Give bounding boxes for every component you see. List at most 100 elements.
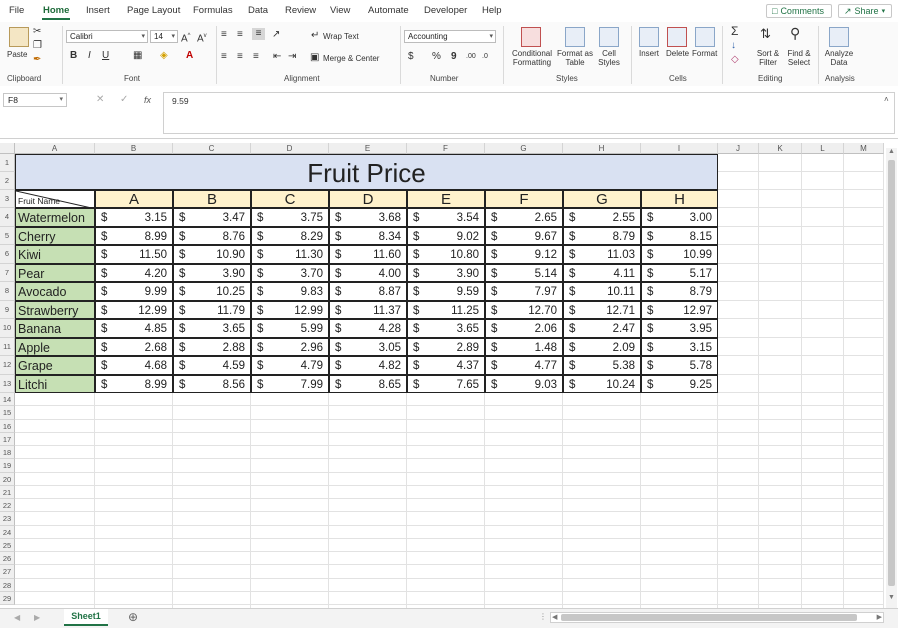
percent-style-button[interactable]: % [432,51,441,63]
find-select-button[interactable]: Find & Select [784,49,814,67]
price-cell[interactable]: $5.14 [485,263,563,282]
price-cell[interactable]: $4.11 [563,263,641,282]
row-header[interactable]: 27 [0,565,15,579]
worksheet-grid[interactable]: A B C D E F G H I J K L M 1 2 3 4 5 6 7 8 9 10 11 12 13 14 15 16 17 18… [0,143,884,608]
price-cell[interactable]: $8.76 [173,226,251,245]
row-header[interactable]: 17 [0,432,15,446]
accounting-format-button[interactable]: $ [408,51,414,63]
header-cell[interactable]: F [485,190,563,208]
increase-font-icon[interactable]: A^ [181,30,191,45]
decrease-font-icon[interactable]: Av [197,30,207,45]
menu-page-layout[interactable]: Page Layout [127,5,180,16]
price-cell[interactable]: $8.15 [641,226,718,245]
cell-styles-button[interactable]: Cell Styles [594,49,624,67]
column-header[interactable]: A [15,143,95,154]
menu-home[interactable]: Home [43,5,69,16]
row-header[interactable]: 6 [0,245,15,264]
column-header[interactable]: G [485,143,563,154]
price-cell[interactable]: $9.25 [641,374,718,393]
merge-center-icon[interactable]: ▣ [310,52,319,64]
clear-icon[interactable]: ◇ [731,54,739,66]
price-cell[interactable]: $5.78 [641,356,718,375]
underline-button[interactable]: U [102,50,109,62]
price-cell[interactable]: $7.99 [251,374,329,393]
price-cell[interactable]: $8.29 [251,226,329,245]
fruit-name-cell[interactable]: Cherry [15,226,95,245]
row-header[interactable]: 9 [0,300,15,319]
fruit-name-cell[interactable]: Strawberry [15,300,95,319]
price-cell[interactable]: $12.71 [563,300,641,319]
delete-cells-button[interactable]: Delete [666,49,689,58]
format-as-table-icon[interactable] [565,27,585,47]
column-header[interactable]: K [759,143,802,154]
price-cell[interactable]: $3.54 [407,208,485,227]
price-cell[interactable]: $2.55 [563,208,641,227]
price-cell[interactable]: $2.88 [173,337,251,356]
price-cell[interactable]: $10.25 [173,282,251,301]
menu-insert[interactable]: Insert [86,5,110,16]
insert-cells-icon[interactable] [639,27,659,47]
price-cell[interactable]: $5.17 [641,263,718,282]
insert-function-icon[interactable]: fx [144,94,151,106]
row-header[interactable]: 16 [0,419,15,433]
horizontal-scroll-thumb[interactable] [561,614,857,621]
price-cell[interactable]: $3.90 [173,263,251,282]
decrease-decimal-icon[interactable]: .0 [482,51,488,63]
column-header[interactable]: I [641,143,718,154]
price-cell[interactable]: $10.11 [563,282,641,301]
row-header[interactable]: 20 [0,472,15,486]
title-cell[interactable]: Fruit Price [15,154,718,190]
find-select-icon[interactable]: ⚲ [790,26,800,40]
copy-icon[interactable]: ❐ [33,40,42,52]
paste-icon[interactable] [9,27,29,47]
column-header[interactable]: C [173,143,251,154]
bold-button[interactable]: B [70,50,77,62]
price-cell[interactable]: $9.67 [485,226,563,245]
price-cell[interactable]: $2.09 [563,337,641,356]
price-cell[interactable]: $9.59 [407,282,485,301]
menu-help[interactable]: Help [482,5,502,16]
row-header[interactable]: 10 [0,319,15,338]
price-cell[interactable]: $1.48 [485,337,563,356]
number-format-select[interactable]: Accounting ▾ [404,30,496,43]
price-cell[interactable]: $3.70 [251,263,329,282]
align-right-icon[interactable]: ≡ [253,51,259,63]
price-cell[interactable]: $3.65 [173,319,251,338]
price-cell[interactable]: $10.99 [641,245,718,264]
price-cell[interactable]: $12.99 [251,300,329,319]
fill-icon[interactable]: ↓ [731,40,736,52]
row-header[interactable]: 11 [0,337,15,356]
header-cell[interactable]: C [251,190,329,208]
price-cell[interactable]: $3.95 [641,319,718,338]
font-name-select[interactable]: Calibri ▾ [66,30,148,43]
price-cell[interactable]: $4.59 [173,356,251,375]
menu-developer[interactable]: Developer [424,5,467,16]
row-header[interactable]: 28 [0,578,15,592]
price-cell[interactable]: $2.06 [485,319,563,338]
column-header[interactable]: H [563,143,641,154]
row-header[interactable]: 13 [0,374,15,393]
price-cell[interactable]: $8.34 [329,226,407,245]
wrap-text-button[interactable]: Wrap Text [323,32,359,41]
price-cell[interactable]: $4.00 [329,263,407,282]
vertical-scroll-thumb[interactable] [888,160,895,586]
price-cell[interactable]: $9.03 [485,374,563,393]
price-cell[interactable]: $7.65 [407,374,485,393]
price-cell[interactable]: $2.47 [563,319,641,338]
row-header[interactable]: 14 [0,393,15,407]
price-cell[interactable]: $8.79 [563,226,641,245]
price-cell[interactable]: $10.24 [563,374,641,393]
column-header[interactable]: M [844,143,884,154]
price-cell[interactable]: $3.68 [329,208,407,227]
column-header[interactable]: B [95,143,173,154]
price-cell[interactable]: $8.65 [329,374,407,393]
row-header[interactable]: 29 [0,591,15,605]
header-cell[interactable]: B [173,190,251,208]
column-header[interactable]: L [802,143,844,154]
price-cell[interactable]: $3.65 [407,319,485,338]
align-center-icon[interactable]: ≡ [237,51,243,63]
price-cell[interactable]: $11.79 [173,300,251,319]
price-cell[interactable]: $9.99 [95,282,173,301]
merge-center-button[interactable]: Merge & Center [323,54,379,63]
price-cell[interactable]: $11.03 [563,245,641,264]
